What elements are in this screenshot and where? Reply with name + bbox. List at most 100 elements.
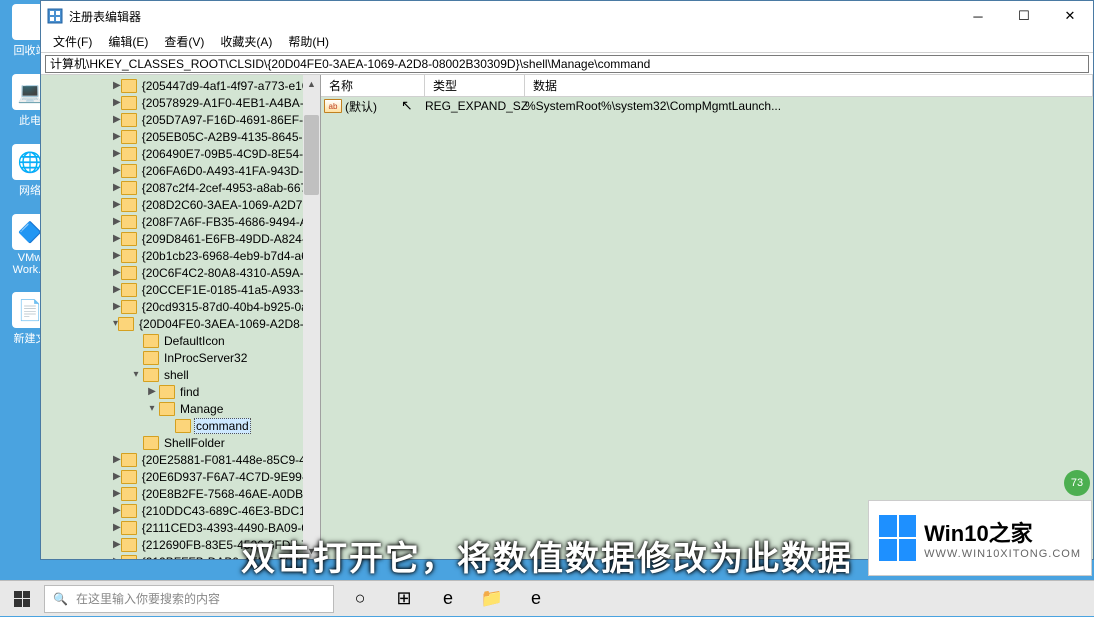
- tree-item[interactable]: ▶{20CCEF1E-0185-41a5-A933-509C43B5: [41, 281, 320, 298]
- tree-item[interactable]: ▶{208F7A6F-FB35-4686-9494-AB22B7B2: [41, 213, 320, 230]
- menubar: 文件(F) 编辑(E) 查看(V) 收藏夹(A) 帮助(H): [41, 31, 1093, 53]
- tree-item[interactable]: DefaultIcon: [41, 332, 320, 349]
- folder-icon: [121, 487, 137, 501]
- scroll-thumb[interactable]: [304, 115, 319, 195]
- folder-icon: [143, 351, 159, 365]
- tree-item[interactable]: ▶ {20b1cb23-6968-4eb9-b7d4-a66d00d0: [41, 247, 320, 264]
- watermark-title: Win10之家: [924, 516, 1081, 548]
- tree-item[interactable]: ▶ {20C6F4C2-80A8-4310-A59A-1CC4873: [41, 264, 320, 281]
- task-view-icon[interactable]: ⊞: [382, 581, 426, 617]
- tree-item-label: {205D7A97-F16D-4691-86EF-F3075DC0: [140, 113, 320, 127]
- menu-view[interactable]: 查看(V): [156, 31, 212, 52]
- expander-icon[interactable]: ▶: [113, 131, 121, 142]
- tree-item[interactable]: command: [41, 417, 320, 434]
- tree-item[interactable]: ▶{20578929-A1F0-4EB1-A4BA-66207291: [41, 94, 320, 111]
- address-input[interactable]: [45, 55, 1089, 73]
- col-name[interactable]: 名称: [321, 75, 425, 96]
- tree-item[interactable]: ▶{2111CED3-4393-4490-BA09-0714A7C9: [41, 519, 320, 536]
- menu-edit[interactable]: 编辑(E): [100, 31, 156, 52]
- expander-icon[interactable]: ▶: [113, 97, 121, 108]
- expander-icon[interactable]: ▶: [113, 505, 121, 516]
- expander-icon[interactable]: ▶: [145, 386, 159, 397]
- task-cortana-icon[interactable]: ○: [338, 581, 382, 617]
- scroll-down-arrow[interactable]: ▼: [303, 542, 320, 559]
- expander-icon[interactable]: ▶: [113, 267, 121, 278]
- tree-item[interactable]: ▶{209D8461-E6FB-49DD-A824-C9962A9: [41, 230, 320, 247]
- tree-item[interactable]: ▶{20cd9315-87d0-40b4-b925-0a8f208e: [41, 298, 320, 315]
- values-pane: 名称 类型 数据 ab (默认) REG_EXPAND_SZ %SystemRo…: [321, 75, 1093, 559]
- tree-item-label: {205EB05C-A2B9-4135-8645-C8673A7E: [140, 130, 320, 144]
- expander-icon[interactable]: ▶: [113, 182, 121, 193]
- tree-item[interactable]: ▶{212690FB-83E5-4526-8FD7-74478B79: [41, 536, 320, 553]
- tree-item[interactable]: ▾ shell: [41, 366, 320, 383]
- tree-item[interactable]: ▶{205447d9-4af1-4f97-a773-e10ff2e44e ∧: [41, 77, 320, 94]
- tree-item[interactable]: ▶{206FA6D0-A493-41FA-943D-3F655088: [41, 162, 320, 179]
- tree-item-label: {20b1cb23-6968-4eb9-b7d4-a66d00d0: [140, 249, 320, 263]
- tree-item[interactable]: ▶ {205D7A97-F16D-4691-86EF-F3075DC0: [41, 111, 320, 128]
- expander-icon[interactable]: ▶: [113, 148, 121, 159]
- folder-icon: [121, 164, 137, 178]
- folder-icon: [121, 555, 137, 560]
- expander-icon[interactable]: ▶: [113, 199, 121, 210]
- maximize-button[interactable]: ☐: [1001, 1, 1047, 31]
- tree-item-label: DefaultIcon: [162, 334, 227, 348]
- scroll-up-arrow[interactable]: ▲: [303, 75, 320, 92]
- minimize-button[interactable]: ─: [955, 1, 1001, 31]
- expander-icon[interactable]: ▾: [129, 369, 143, 380]
- tree-item[interactable]: ▾Manage: [41, 400, 320, 417]
- win-logo-icon: [879, 515, 916, 561]
- status-badge[interactable]: 73: [1064, 470, 1090, 496]
- menu-file[interactable]: 文件(F): [45, 31, 100, 52]
- tree-item[interactable]: ▶find: [41, 383, 320, 400]
- tree-item[interactable]: ▶{20E8B2FE-7568-46AE-A0DB-76B7F469: [41, 485, 320, 502]
- expander-icon[interactable]: ▶: [113, 522, 121, 533]
- value-row[interactable]: ab (默认) REG_EXPAND_SZ %SystemRoot%\syste…: [321, 97, 1093, 115]
- expander-icon[interactable]: ▶: [113, 454, 121, 465]
- folder-icon: [121, 130, 137, 144]
- tree-item[interactable]: ▶{20E25881-F081-448e-85C9-4707A940: [41, 451, 320, 468]
- tree-item[interactable]: ▶ {205EB05C-A2B9-4135-8645-C8673A7E: [41, 128, 320, 145]
- titlebar[interactable]: 注册表编辑器 ─ ☐ ✕: [41, 1, 1093, 31]
- expander-icon[interactable]: ▶: [113, 301, 121, 312]
- expander-icon[interactable]: ▶: [113, 165, 121, 176]
- tree-item[interactable]: ▶{206490E7-09B5-4C9D-8E54-254B87A5: [41, 145, 320, 162]
- taskbar-search[interactable]: 🔍 在这里输入你要搜索的内容: [44, 585, 334, 613]
- tree-item-label: {212BFFFB-DAB9-4EEF-AF58-3366DAF: [140, 555, 320, 560]
- tree-item-label: {20C6F4C2-80A8-4310-A59A-1CC4873: [140, 266, 320, 280]
- menu-fav[interactable]: 收藏夹(A): [212, 31, 280, 52]
- expander-icon[interactable]: ▶: [113, 488, 121, 499]
- folder-icon: [121, 538, 137, 552]
- tree-item[interactable]: ▶{2087c2f4-2cef-4953-a8ab-66779b670: [41, 179, 320, 196]
- value-type: REG_EXPAND_SZ: [425, 99, 525, 113]
- folder-icon: [121, 147, 137, 161]
- string-value-icon: ab: [324, 99, 342, 113]
- tree-scrollbar[interactable]: ▲ ▼: [303, 75, 320, 559]
- task-explorer-icon[interactable]: 📁: [470, 581, 514, 617]
- expander-icon[interactable]: ▶: [113, 556, 121, 559]
- tree-item[interactable]: ▶ {210DDC43-689C-46E3-BDC1-38C16C8: [41, 502, 320, 519]
- tree-item[interactable]: ▾{20D04FE0-3AEA-1069-A2D8-08002B3: [41, 315, 320, 332]
- col-type[interactable]: 类型: [425, 75, 525, 96]
- task-ie-icon[interactable]: e: [514, 581, 558, 617]
- tree-item-label: {210DDC43-689C-46E3-BDC1-38C16C8: [140, 504, 320, 518]
- expander-icon[interactable]: ▶: [113, 471, 121, 482]
- tree-item[interactable]: ▶{208D2C60-3AEA-1069-A2D7-08002B3: [41, 196, 320, 213]
- start-button[interactable]: [0, 581, 44, 617]
- menu-help[interactable]: 帮助(H): [280, 31, 337, 52]
- expander-icon[interactable]: ▶: [113, 233, 121, 244]
- tree-item[interactable]: ShellFolder: [41, 434, 320, 451]
- expander-icon[interactable]: ▶: [113, 539, 121, 550]
- tree-item[interactable]: ▶{212BFFFB-DAB9-4EEF-AF58-3366DAF ∨: [41, 553, 320, 559]
- tree-item[interactable]: ▶{20E6D937-F6A7-4C7D-9E99-7E0AF817: [41, 468, 320, 485]
- col-data[interactable]: 数据: [525, 75, 1093, 96]
- expander-icon[interactable]: ▾: [145, 403, 159, 414]
- tree-item-label: shell: [162, 368, 191, 382]
- expander-icon[interactable]: ▶: [113, 216, 121, 227]
- expander-icon[interactable]: ▶: [113, 80, 121, 91]
- expander-icon[interactable]: ▶: [113, 114, 121, 125]
- task-edge-icon[interactable]: e: [426, 581, 470, 617]
- expander-icon[interactable]: ▶: [113, 250, 121, 261]
- expander-icon[interactable]: ▶: [113, 284, 121, 295]
- close-button[interactable]: ✕: [1047, 1, 1093, 31]
- tree-item[interactable]: InProcServer32: [41, 349, 320, 366]
